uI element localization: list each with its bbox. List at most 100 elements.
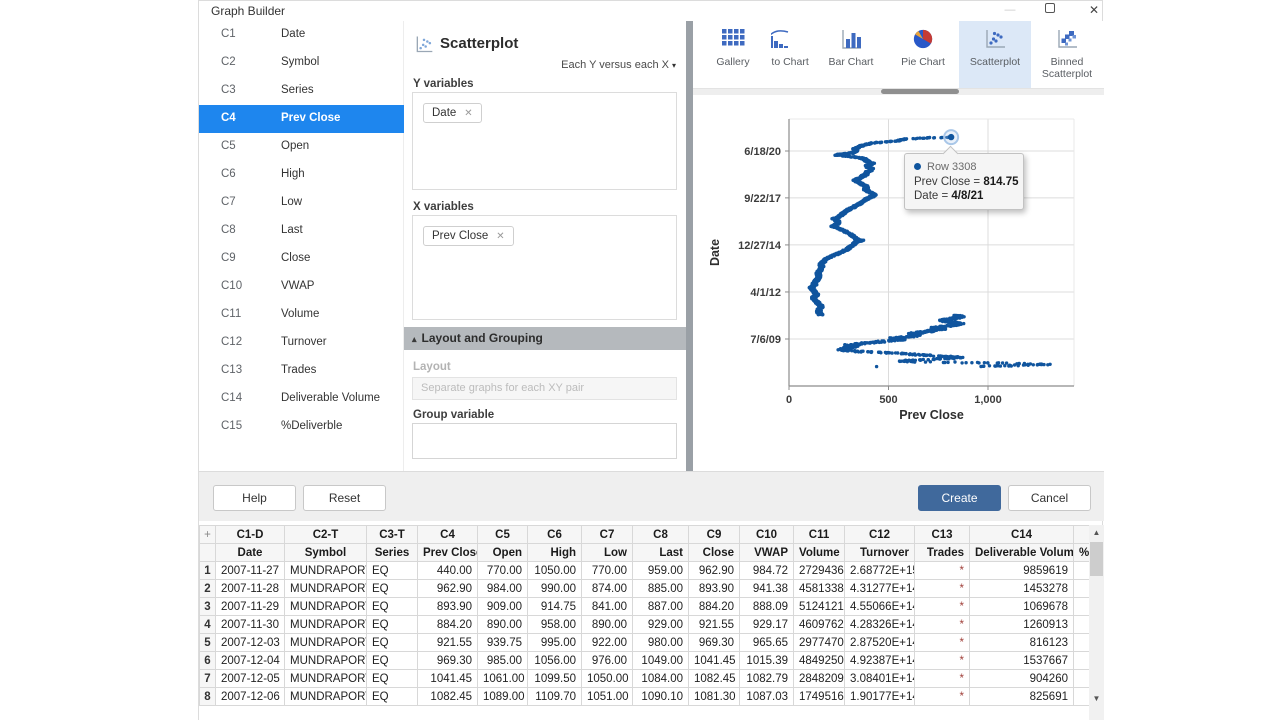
column-list-item-c1[interactable]: C1Date	[199, 21, 404, 49]
worksheet-cell[interactable]: MUNDRAPORT	[285, 652, 367, 670]
column-name-header[interactable]: Symbol	[285, 544, 367, 562]
column-list-item-c12[interactable]: C12Turnover	[199, 329, 404, 357]
worksheet-cell[interactable]: 888.09	[740, 598, 794, 616]
worksheet-cell[interactable]: 1109.70	[528, 688, 582, 706]
worksheet-cell[interactable]	[1074, 670, 1090, 688]
worksheet-cell[interactable]: 939.75	[478, 634, 528, 652]
builder-panel-scrollbar[interactable]	[686, 21, 693, 471]
gallery-tile-bar-chart[interactable]: Bar Chart	[815, 21, 887, 88]
worksheet-cell[interactable]: 976.00	[582, 652, 633, 670]
column-id-header[interactable]: C12	[845, 526, 915, 544]
worksheet-cell[interactable]	[1074, 634, 1090, 652]
worksheet-cell[interactable]: MUNDRAPORT	[285, 598, 367, 616]
worksheet-cell[interactable]: 841.00	[582, 598, 633, 616]
worksheet-cell[interactable]: 980.00	[633, 634, 689, 652]
column-list-item-c7[interactable]: C7Low	[199, 189, 404, 217]
worksheet-cell[interactable]: 904260	[970, 670, 1074, 688]
scatter-plot[interactable]: 6/18/209/22/1712/27/144/1/127/6/0905001,…	[693, 95, 1104, 476]
worksheet-cell[interactable]	[1074, 562, 1090, 580]
worksheet-cell[interactable]: 914.75	[528, 598, 582, 616]
column-id-header[interactable]: C7	[582, 526, 633, 544]
column-name-header[interactable]: Open	[478, 544, 528, 562]
worksheet-cell[interactable]	[1074, 688, 1090, 706]
worksheet-cell[interactable]: EQ	[367, 616, 418, 634]
worksheet-cell[interactable]: MUNDRAPORT	[285, 616, 367, 634]
column-id-header[interactable]	[1074, 526, 1090, 544]
worksheet-cell[interactable]: EQ	[367, 580, 418, 598]
column-id-header[interactable]: C11	[794, 526, 845, 544]
worksheet-cell[interactable]: 440.00	[418, 562, 478, 580]
column-name-header[interactable]: Turnover	[845, 544, 915, 562]
worksheet-cell[interactable]: 1	[200, 562, 216, 580]
y-variables-dropzone[interactable]: Date✕	[412, 92, 677, 190]
worksheet-cell[interactable]: *	[915, 616, 970, 634]
worksheet-cell[interactable]: *	[915, 670, 970, 688]
worksheet-cell[interactable]: 825691	[970, 688, 1074, 706]
layout-select[interactable]: Separate graphs for each XY pair	[412, 377, 677, 400]
worksheet-cell[interactable]: 27294366	[794, 562, 845, 580]
column-id-header[interactable]: C4	[418, 526, 478, 544]
worksheet-cell[interactable]: 2007-12-03	[216, 634, 285, 652]
column-list-item-c15[interactable]: C15%Deliverble	[199, 413, 404, 441]
worksheet-cell[interactable]: 4.55066E+14	[845, 598, 915, 616]
worksheet-cell[interactable]: 1050.00	[528, 562, 582, 580]
worksheet-cell[interactable]: 985.00	[478, 652, 528, 670]
worksheet-cell[interactable]: 984.72	[740, 562, 794, 580]
worksheet-cell[interactable]: 884.20	[418, 616, 478, 634]
help-button[interactable]: Help	[213, 485, 296, 511]
column-id-header[interactable]: C1-D	[216, 526, 285, 544]
worksheet-cell[interactable]: EQ	[367, 598, 418, 616]
maximize-button[interactable]	[1035, 1, 1065, 20]
column-id-header[interactable]: C13	[915, 526, 970, 544]
close-button[interactable]: ✕	[1079, 1, 1109, 20]
column-name-header[interactable]: Prev Close	[418, 544, 478, 562]
column-name-header[interactable]: Low	[582, 544, 633, 562]
worksheet-cell[interactable]: 2007-12-06	[216, 688, 285, 706]
column-name-header[interactable]: High	[528, 544, 582, 562]
worksheet-cell[interactable]: MUNDRAPORT	[285, 688, 367, 706]
worksheet-cell[interactable]: 1049.00	[633, 652, 689, 670]
worksheet-cell[interactable]: 941.38	[740, 580, 794, 598]
worksheet-cell[interactable]: 893.90	[689, 580, 740, 598]
worksheet-cell[interactable]: 1015.39	[740, 652, 794, 670]
worksheet-cell[interactable]: *	[915, 652, 970, 670]
column-name-header[interactable]	[200, 544, 216, 562]
cancel-button[interactable]: Cancel	[1008, 485, 1091, 511]
worksheet-cell[interactable]: 4581338	[794, 580, 845, 598]
worksheet-cell[interactable]: 5124121	[794, 598, 845, 616]
worksheet-cell[interactable]: 4609762	[794, 616, 845, 634]
worksheet-cell[interactable]: 922.00	[582, 634, 633, 652]
worksheet-cell[interactable]: 890.00	[582, 616, 633, 634]
column-name-header[interactable]: Volume	[794, 544, 845, 562]
worksheet-cell[interactable]: 884.20	[689, 598, 740, 616]
column-name-header[interactable]: Date	[216, 544, 285, 562]
column-name-header[interactable]: Close	[689, 544, 740, 562]
worksheet-cell[interactable]: 4.92387E+14	[845, 652, 915, 670]
worksheet-cell[interactable]: 1069678	[970, 598, 1074, 616]
worksheet-cell[interactable]: 1082.45	[689, 670, 740, 688]
worksheet-cell[interactable]: 1084.00	[633, 670, 689, 688]
column-list-item-c10[interactable]: C10VWAP	[199, 273, 404, 301]
worksheet-cell[interactable]: 984.00	[478, 580, 528, 598]
reset-button[interactable]: Reset	[303, 485, 386, 511]
column-id-header[interactable]: C2-T	[285, 526, 367, 544]
column-id-header[interactable]: C9	[689, 526, 740, 544]
worksheet-cell[interactable]: 1041.45	[418, 670, 478, 688]
worksheet-cell[interactable]: 1041.45	[689, 652, 740, 670]
gallery-tile-binned-scatterplot[interactable]: BinnedScatterplot	[1031, 21, 1103, 88]
column-list-item-c11[interactable]: C11Volume	[199, 301, 404, 329]
worksheet-cell[interactable]: *	[915, 580, 970, 598]
worksheet-cell[interactable]: *	[915, 688, 970, 706]
worksheet-cell[interactable]: 6	[200, 652, 216, 670]
column-id-header[interactable]: C8	[633, 526, 689, 544]
worksheet-cell[interactable]: 1050.00	[582, 670, 633, 688]
column-id-header[interactable]: +	[200, 526, 216, 544]
column-name-header[interactable]: VWAP	[740, 544, 794, 562]
worksheet-cell[interactable]: 990.00	[528, 580, 582, 598]
worksheet-cell[interactable]: 969.30	[418, 652, 478, 670]
worksheet-cell[interactable]: 2007-11-27	[216, 562, 285, 580]
worksheet-cell[interactable]: 2.68772E+15	[845, 562, 915, 580]
worksheet-cell[interactable]: *	[915, 598, 970, 616]
y-variable-chip[interactable]: Date✕	[423, 103, 482, 123]
worksheet-cell[interactable]: 3.08401E+14	[845, 670, 915, 688]
